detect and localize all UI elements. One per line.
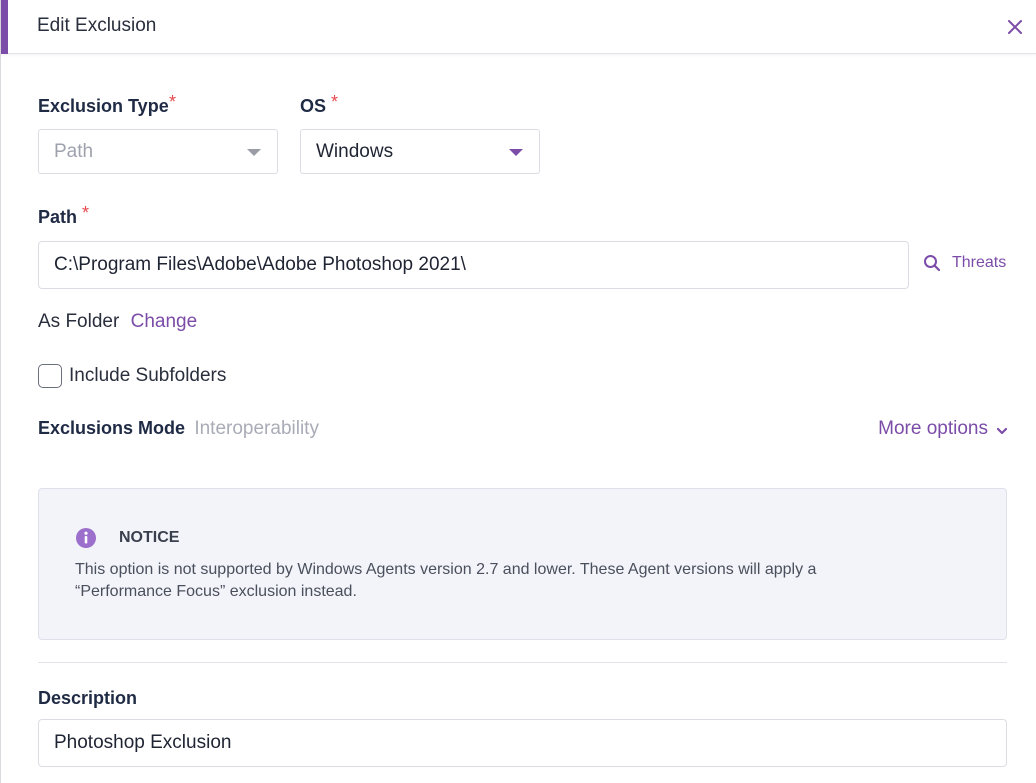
info-icon [76, 528, 96, 548]
path-label: Path [38, 207, 77, 228]
chevron-down-icon [509, 149, 523, 156]
close-button[interactable] [1002, 14, 1028, 40]
chevron-down-icon [247, 149, 261, 156]
path-required-mark: * [82, 203, 90, 223]
description-input[interactable]: Photoshop Exclusion [38, 719, 1007, 767]
exclusion-type-value: Path [54, 140, 94, 162]
notice-header: NOTICE [75, 527, 179, 549]
notice-text: This option is not supported by Windows … [75, 559, 816, 603]
os-label-text: OS [300, 96, 327, 116]
exclusions-mode-label: Exclusions Mode [38, 418, 186, 438]
threats-link-label: Threats [952, 254, 1007, 271]
os-required-mark: * [331, 92, 339, 112]
chevron-down-icon [996, 427, 1008, 434]
exclusion-type-label-text: Exclusion Type [38, 96, 169, 116]
notice-line-2: “Performance Focus” exclusion instead. [75, 583, 357, 600]
description-value: Photoshop Exclusion [54, 732, 232, 753]
notice-box: NOTICE This option is not supported by W… [38, 488, 1007, 640]
exclusion-type-select: Path [38, 129, 278, 174]
path-input[interactable]: C:\Program Files\Adobe\Adobe Photoshop 2… [38, 241, 909, 289]
exclusions-mode-row: Exclusions Mode Interoperability [38, 418, 319, 440]
include-subfolders-label: Include Subfolders [69, 365, 227, 386]
exclusion-type-label: Exclusion Type [38, 96, 169, 117]
as-folder-row: As Folder Change [38, 311, 197, 333]
as-folder-text: As Folder [38, 311, 120, 332]
more-options-toggle[interactable]: More options [878, 418, 1008, 440]
header-accent-bar [1, 0, 8, 54]
panel-header: Edit Exclusion [1, 0, 1036, 54]
os-label: OS [300, 96, 326, 117]
more-options-label: More options [878, 418, 988, 439]
include-subfolders-checkbox[interactable] [38, 364, 62, 388]
section-divider [38, 662, 1007, 663]
notice-title: NOTICE [119, 529, 180, 546]
notice-line-1: This option is not supported by Windows … [75, 561, 817, 578]
os-value: Windows [316, 140, 394, 162]
exclusions-mode-value: Interoperability [194, 418, 319, 439]
panel-title: Edit Exclusion [37, 15, 157, 36]
description-label: Description [38, 688, 137, 709]
exclusion-type-required-mark: * [169, 92, 177, 112]
threats-link[interactable]: Threats [923, 254, 1006, 272]
edit-exclusion-panel: Edit Exclusion Exclusion Type * Path OS … [0, 0, 1036, 783]
description-label-text: Description [38, 688, 138, 708]
path-value: C:\Program Files\Adobe\Adobe Photoshop 2… [54, 254, 466, 275]
os-select[interactable]: Windows [300, 129, 540, 174]
path-label-text: Path [38, 207, 78, 227]
include-subfolders-checkbox-row[interactable]: Include Subfolders [38, 364, 226, 388]
change-link[interactable]: Change [131, 311, 198, 332]
search-icon [924, 255, 941, 272]
close-icon [1008, 20, 1022, 34]
